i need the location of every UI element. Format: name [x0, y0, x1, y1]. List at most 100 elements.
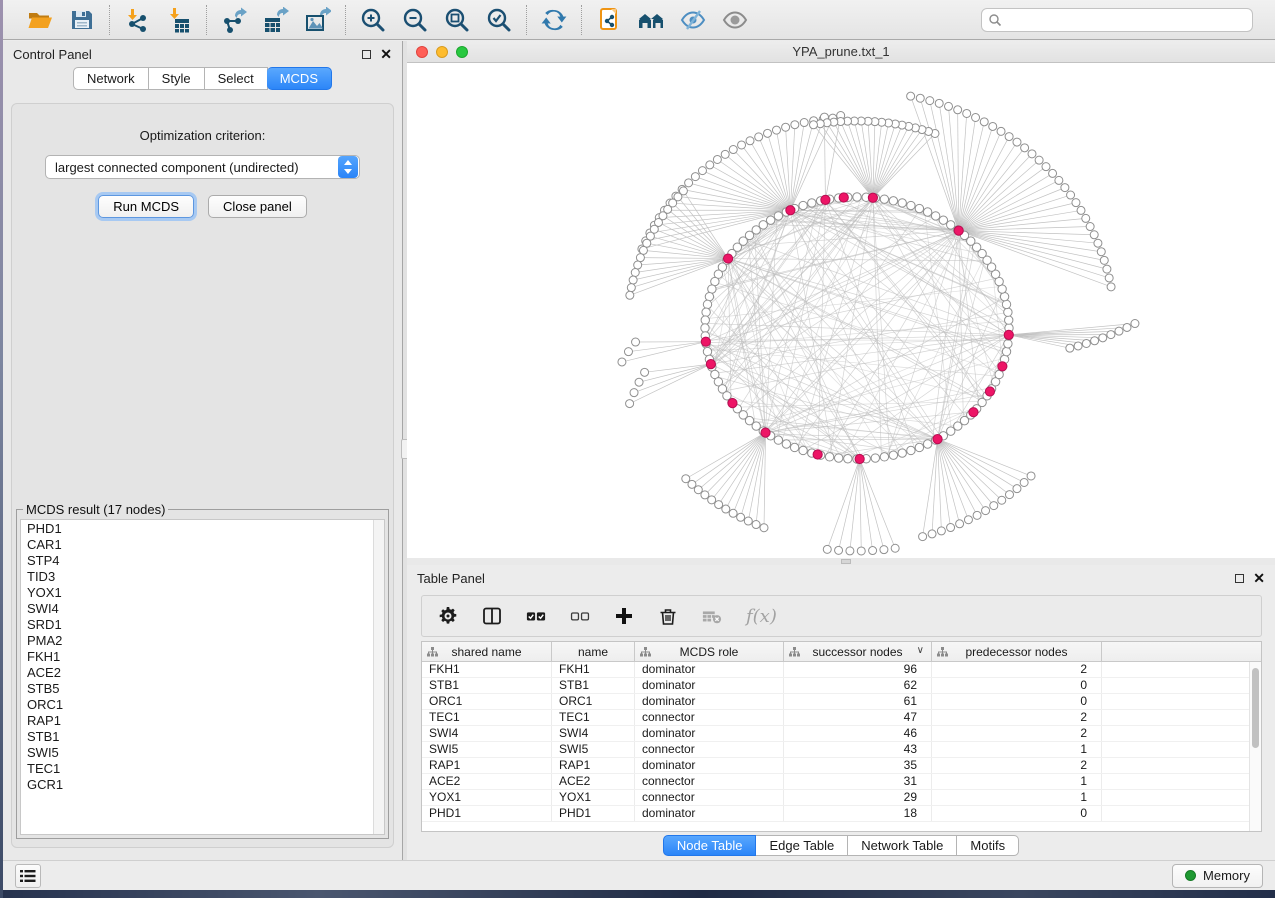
export-table-icon[interactable]	[262, 6, 290, 34]
tab-network-table[interactable]: Network Table	[848, 835, 957, 856]
select-all-icon[interactable]	[526, 606, 546, 626]
network-canvas[interactable]	[407, 63, 1275, 558]
mcds-result-item[interactable]: STB1	[27, 729, 373, 745]
control-panel-titlebar: Control Panel ✕	[3, 41, 402, 67]
zoom-out-icon[interactable]	[401, 6, 429, 34]
table-scrollbar-thumb[interactable]	[1252, 668, 1259, 748]
mcds-result-item[interactable]: STB5	[27, 681, 373, 697]
network-from-file-icon[interactable]	[595, 6, 623, 34]
delete-column-trash-icon[interactable]	[658, 606, 678, 626]
network-window-titlebar[interactable]: YPA_prune.txt_1	[407, 41, 1275, 63]
splitter-grip[interactable]	[841, 559, 851, 564]
tab-style[interactable]: Style	[149, 67, 205, 90]
tab-mcds[interactable]: MCDS	[267, 67, 332, 90]
table-cell: FKH1	[552, 662, 635, 677]
table-cell: dominator	[635, 694, 784, 709]
network-window: YPA_prune.txt_1	[407, 41, 1275, 558]
close-panel-button[interactable]: Close panel	[208, 195, 307, 218]
mcds-panel: Optimization criterion: largest connecte…	[11, 103, 394, 848]
mcds-result-item[interactable]: SWI4	[27, 601, 373, 617]
zoom-fit-icon[interactable]	[443, 6, 471, 34]
run-mcds-button[interactable]: Run MCDS	[98, 195, 194, 218]
mcds-result-item[interactable]: ACE2	[27, 665, 373, 681]
tab-network[interactable]: Network	[73, 67, 149, 90]
close-panel-icon[interactable]: ✕	[1253, 573, 1265, 583]
show-task-history-button[interactable]	[15, 864, 41, 888]
import-network-icon[interactable]	[123, 6, 151, 34]
tab-motifs[interactable]: Motifs	[957, 835, 1019, 856]
column-header-MCDS-role[interactable]: MCDS role	[635, 642, 784, 661]
mcds-result-item[interactable]: GCR1	[27, 777, 373, 793]
table-row[interactable]: STB1STB1dominator620	[422, 678, 1261, 694]
create-column-plus-icon[interactable]	[614, 606, 634, 626]
deselect-all-icon[interactable]	[570, 606, 590, 626]
mcds-result-item[interactable]: STP4	[27, 553, 373, 569]
column-header-shared-name[interactable]: shared name	[422, 642, 552, 661]
table-cell: SWI4	[552, 726, 635, 741]
window-maximize-icon[interactable]	[456, 46, 468, 58]
table-row[interactable]: FKH1FKH1dominator962	[422, 662, 1261, 678]
tab-edge-table[interactable]: Edge Table	[756, 835, 848, 856]
hide-graphics-details-icon[interactable]	[679, 6, 707, 34]
column-header-predecessor-nodes[interactable]: predecessor nodes	[932, 642, 1102, 661]
import-table-icon[interactable]	[165, 6, 193, 34]
mcds-result-item[interactable]: CAR1	[27, 537, 373, 553]
tab-node-table[interactable]: Node Table	[663, 835, 757, 856]
table-cell: TEC1	[552, 710, 635, 725]
table-cell: dominator	[635, 806, 784, 821]
search-input[interactable]	[981, 8, 1253, 32]
zoom-selected-icon[interactable]	[485, 6, 513, 34]
sort-chevron-icon: ∨	[917, 645, 924, 656]
table-scrollbar[interactable]	[1249, 662, 1261, 831]
refresh-icon[interactable]	[540, 6, 568, 34]
float-window-icon[interactable]	[1235, 574, 1244, 583]
mcds-result-item[interactable]: FKH1	[27, 649, 373, 665]
criterion-select[interactable]: largest connected component (undirected)	[45, 155, 360, 179]
table-row[interactable]: TEC1TEC1connector472	[422, 710, 1261, 726]
optimization-criterion-label: Optimization criterion:	[24, 128, 381, 143]
mcds-result-item[interactable]: PHD1	[27, 521, 373, 537]
table-options-gear-icon[interactable]	[438, 606, 458, 626]
show-graphics-details-icon[interactable]	[721, 6, 749, 34]
table-cell: 2	[932, 758, 1102, 773]
table-row[interactable]: SWI4SWI4dominator462	[422, 726, 1261, 742]
home-pages-icon[interactable]	[637, 6, 665, 34]
window-minimize-icon[interactable]	[436, 46, 448, 58]
table-cell: 0	[932, 678, 1102, 693]
save-session-icon[interactable]	[68, 6, 96, 34]
table-row[interactable]: YOX1YOX1connector291	[422, 790, 1261, 806]
table-row[interactable]: ORC1ORC1dominator610	[422, 694, 1261, 710]
table-cell: 2	[932, 710, 1102, 725]
close-panel-icon[interactable]: ✕	[380, 49, 392, 59]
float-window-icon[interactable]	[362, 50, 371, 59]
export-image-icon[interactable]	[304, 6, 332, 34]
show-column-panel-icon[interactable]	[482, 606, 502, 626]
mcds-result-item[interactable]: RAP1	[27, 713, 373, 729]
mcds-result-item[interactable]: TID3	[27, 569, 373, 585]
column-header-name[interactable]: name	[552, 642, 635, 661]
window-close-icon[interactable]	[416, 46, 428, 58]
mcds-result-item[interactable]: ORC1	[27, 697, 373, 713]
open-file-icon[interactable]	[26, 6, 54, 34]
mcds-result-scrollbar[interactable]	[373, 520, 384, 834]
export-network-icon[interactable]	[220, 6, 248, 34]
table-row[interactable]: SWI5SWI5connector431	[422, 742, 1261, 758]
table-cell: PHD1	[552, 806, 635, 821]
mcds-result-item[interactable]: SRD1	[27, 617, 373, 633]
table-row[interactable]: RAP1RAP1dominator352	[422, 758, 1261, 774]
shared-column-icon	[640, 647, 651, 657]
table-cell: connector	[635, 742, 784, 757]
memory-button-label: Memory	[1203, 868, 1250, 883]
table-row[interactable]: ACE2ACE2connector311	[422, 774, 1261, 790]
column-header-successor-nodes[interactable]: successor nodes∨	[784, 642, 932, 661]
main-toolbar	[3, 0, 1275, 40]
mcds-result-item[interactable]: PMA2	[27, 633, 373, 649]
memory-button[interactable]: Memory	[1172, 864, 1263, 888]
table-row[interactable]: PHD1PHD1dominator180	[422, 806, 1261, 822]
mcds-result-item[interactable]: YOX1	[27, 585, 373, 601]
tab-select[interactable]: Select	[205, 67, 268, 90]
mcds-result-item[interactable]: TEC1	[27, 761, 373, 777]
horizontal-splitter[interactable]	[407, 558, 1275, 565]
zoom-in-icon[interactable]	[359, 6, 387, 34]
mcds-result-item[interactable]: SWI5	[27, 745, 373, 761]
